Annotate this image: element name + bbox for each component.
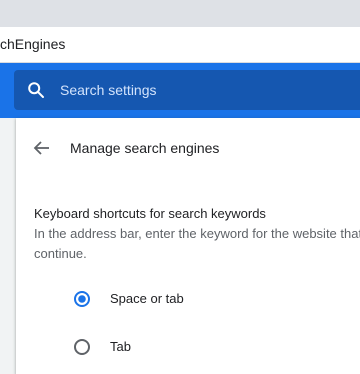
radio-space-or-tab[interactable]: Space or tab [74,287,334,311]
radio-selected-icon[interactable] [74,291,90,307]
radio-tab[interactable]: Tab [74,335,334,359]
settings-toolbar [0,63,360,118]
subpage-header: Manage search engines [16,118,360,176]
arrow-back-icon [33,141,49,155]
address-bar[interactable]: chEngines [0,27,360,63]
radio-unselected-icon[interactable] [74,339,90,355]
radio-label-space-or-tab: Space or tab [110,291,184,306]
search-icon [27,81,45,99]
keyboard-shortcuts-description: In the address bar, enter the keyword fo… [34,224,360,264]
keyboard-shortcuts-heading: Keyboard shortcuts for search keywords [34,206,266,221]
search-settings-box[interactable] [14,70,360,110]
radio-label-tab: Tab [110,339,131,354]
description-line-2: continue. [34,246,87,261]
settings-page: chEngines Manage search engines Keyboar [0,0,360,374]
tab-strip [0,0,360,27]
page-title: Manage search engines [70,140,220,156]
search-input[interactable] [60,70,360,110]
address-bar-url[interactable]: chEngines [0,36,65,52]
description-line-1: In the address bar, enter the keyword fo… [34,226,360,241]
search-engines-card: Manage search engines Keyboard shortcuts… [16,118,360,374]
back-button[interactable] [28,134,56,162]
